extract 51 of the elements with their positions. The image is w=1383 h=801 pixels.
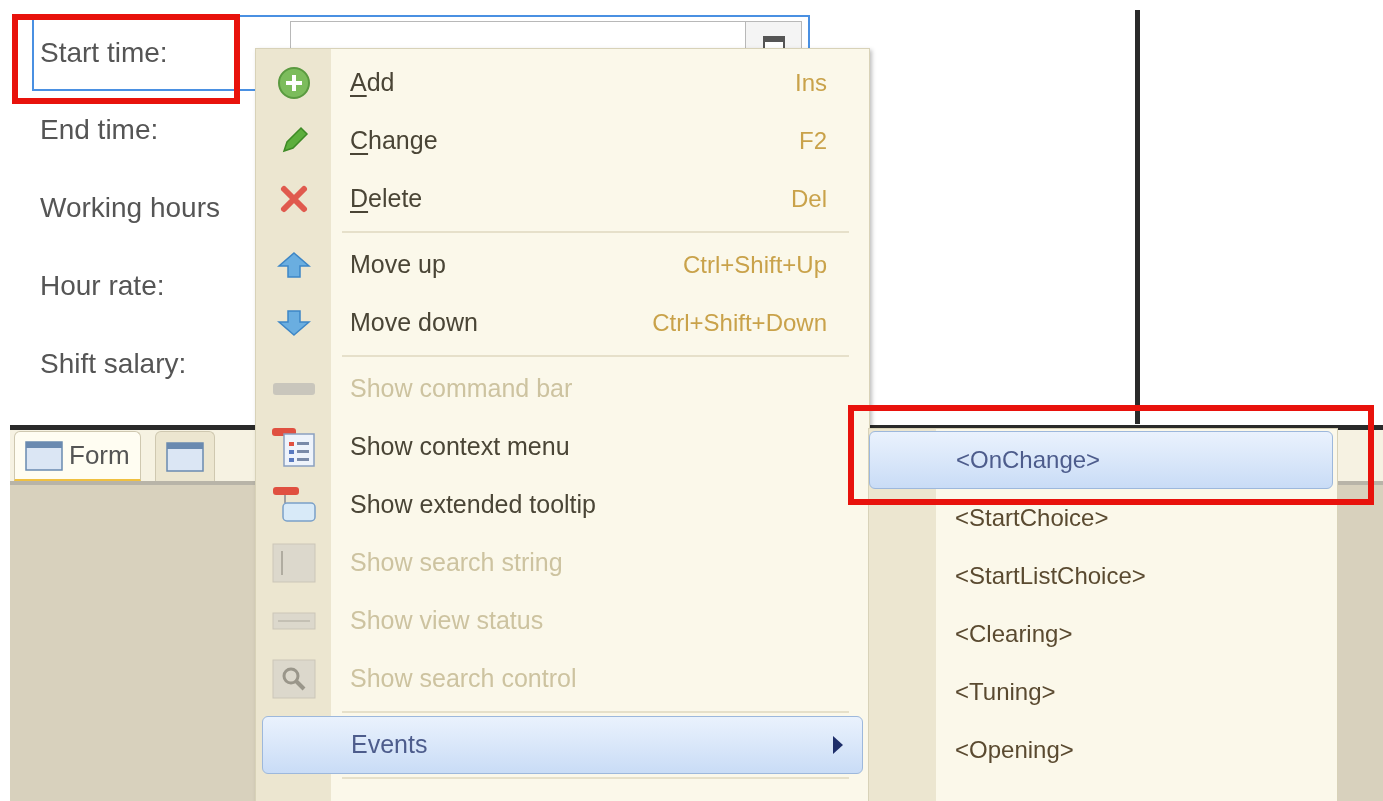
menu-item[interactable]: Change F2 <box>256 112 869 170</box>
menu-item[interactable]: Show context menu <box>256 418 869 476</box>
menu-item[interactable]: Events <box>262 716 863 774</box>
status-bar-icon <box>271 612 316 630</box>
field-label: Start time: <box>40 36 169 70</box>
shortcut-label: Ins <box>795 68 828 98</box>
search-string-icon <box>271 543 316 583</box>
shortcut-label: Ctrl+Shift+Up <box>682 250 828 280</box>
menu-item-label: Show context menu <box>349 431 570 463</box>
context-menu-icon <box>269 426 318 468</box>
submenu-item[interactable]: <StartListChoice> <box>869 547 1337 605</box>
menu-item[interactable]: Move up Ctrl+Shift+Up <box>256 236 869 294</box>
field-label: Shift salary: <box>40 347 187 381</box>
submenu-item[interactable]: <StartChoice> <box>869 489 1337 547</box>
shortcut-label: Del <box>791 184 828 214</box>
submenu-item[interactable]: <Tuning> <box>869 663 1337 721</box>
menu-item-label: Move down <box>349 307 478 339</box>
submenu-item[interactable]: <OnChange> <box>869 431 1333 489</box>
menu-item-label: Events <box>350 729 428 761</box>
toolbar-icon <box>271 382 316 396</box>
menu-item-label: Show search control <box>349 663 577 695</box>
search-icon <box>271 659 316 699</box>
window-icon <box>165 441 204 472</box>
window-icon <box>25 440 63 471</box>
menu-item[interactable]: Show extended tooltip <box>256 476 869 534</box>
menu-item[interactable]: Move down Ctrl+Shift+Down <box>256 294 869 352</box>
arrow-down-icon <box>276 309 311 337</box>
shortcut-label: Ctrl+Shift+Down <box>652 308 828 338</box>
field-label: End time: <box>40 113 159 147</box>
menu-item-label: Change <box>349 125 438 157</box>
menu-item-label: Move up <box>349 249 446 281</box>
menu-item-label: Show search string <box>349 547 563 579</box>
arrow-up-icon <box>276 251 311 279</box>
delete-icon <box>278 184 309 214</box>
field-label: Hour rate: <box>40 269 165 303</box>
tab[interactable]: Form <box>14 431 141 481</box>
menu-item-label: Show command bar <box>349 373 573 405</box>
menu-item-label: Show view status <box>349 605 544 637</box>
menu-item[interactable]: Delete Del <box>256 170 869 228</box>
submenu-item[interactable]: <Clearing> <box>869 605 1337 663</box>
menu-item-label: Delete <box>349 183 423 215</box>
plus-icon <box>276 66 311 100</box>
tooltip-icon <box>270 485 317 525</box>
submenu-arrow-icon <box>832 735 844 755</box>
shortcut-label: F2 <box>799 126 828 156</box>
tab[interactable] <box>154 431 215 481</box>
menu-item-label: Show extended tooltip <box>349 489 596 521</box>
menu-item-label: Add <box>349 67 395 99</box>
menu-item[interactable]: Add Ins <box>256 54 869 112</box>
submenu-item[interactable]: <Opening> <box>869 721 1337 779</box>
field-label: Working hours <box>40 191 220 225</box>
